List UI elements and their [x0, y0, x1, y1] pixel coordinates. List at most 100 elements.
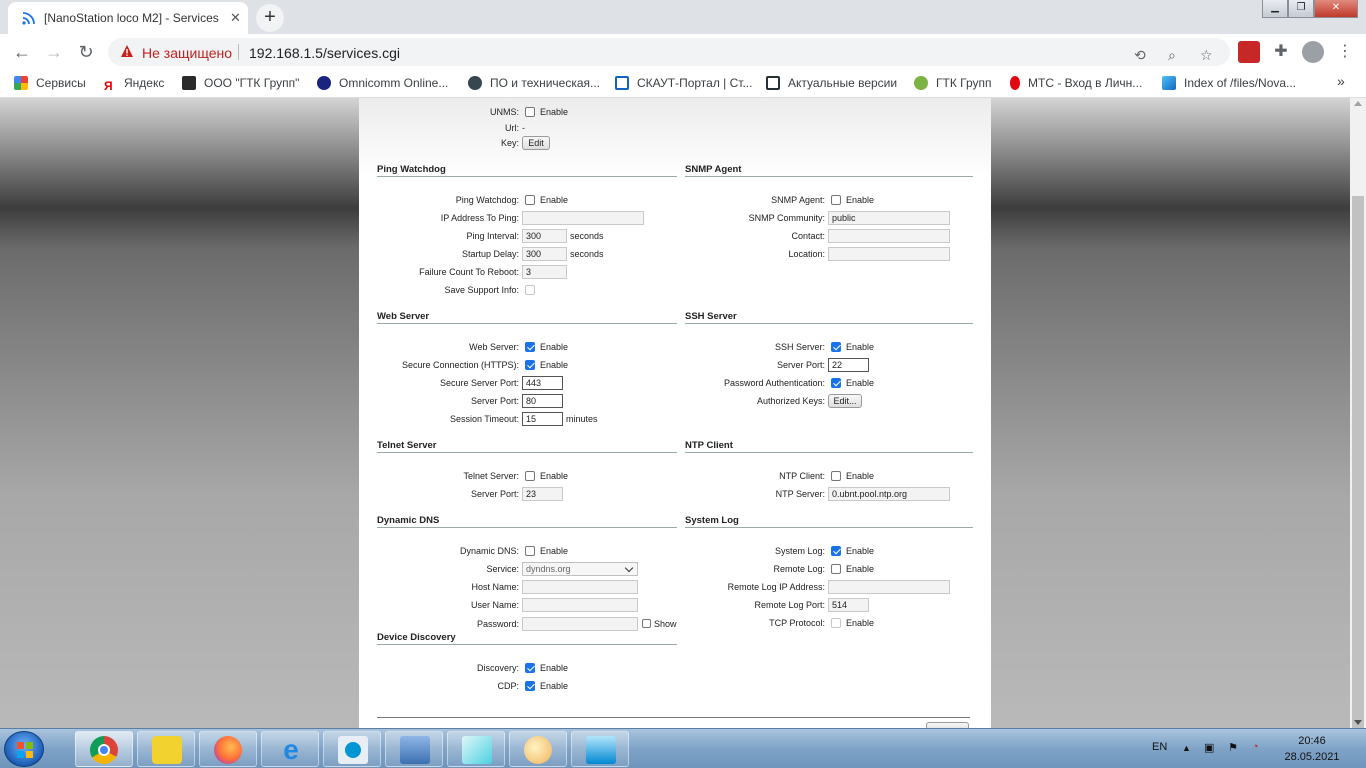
ssh-server-checkbox[interactable]: [831, 342, 841, 352]
zoom-icon[interactable]: ⌕: [1168, 47, 1176, 64]
ntp-client-checkbox[interactable]: [831, 471, 841, 481]
tab-close-icon[interactable]: ✕: [230, 10, 241, 26]
taskbar-rdp[interactable]: [385, 731, 443, 767]
password-auth-enable-label: Enable: [846, 378, 875, 388]
scroll-down-icon[interactable]: [1354, 720, 1362, 725]
failure-count-input[interactable]: [522, 265, 567, 279]
extensions-puzzle-icon[interactable]: ✚: [1270, 41, 1292, 63]
action-center-flag-icon[interactable]: ⚑: [1228, 741, 1238, 754]
authorized-keys-edit-button[interactable]: Edit...: [828, 394, 862, 408]
bookmark-gtk[interactable]: ГТК Групп: [914, 76, 992, 90]
apps-grid-icon: [14, 76, 28, 90]
taskbar-notepad[interactable]: [447, 731, 505, 767]
url-text[interactable]: 192.168.1.5/services.cgi: [249, 45, 400, 61]
web-server-checkbox[interactable]: [525, 342, 535, 352]
save-support-checkbox[interactable]: [525, 285, 535, 295]
bookmark-gtk-ooo[interactable]: ООО "ГТК Групп": [182, 76, 299, 90]
system-log-label: System Log:: [774, 546, 825, 556]
cdp-checkbox[interactable]: [525, 681, 535, 691]
startup-delay-label: Startup Delay:: [461, 249, 519, 259]
web-port-input[interactable]: [522, 394, 563, 408]
menu-kebab-icon[interactable]: ⋮: [1334, 41, 1356, 63]
volume-muted-icon[interactable]: ◔: [1252, 741, 1259, 753]
snmp-contact-input[interactable]: [828, 229, 950, 243]
translate-icon[interactable]: ⟲: [1134, 47, 1146, 64]
not-secure-label[interactable]: Не защищено: [142, 45, 232, 61]
bookmark-label: МТС - Вход в Личн...: [1028, 76, 1143, 90]
bookmark-index[interactable]: Index of /files/Nova...: [1162, 76, 1296, 90]
remote-log-port-input[interactable]: [828, 598, 869, 612]
system-log-checkbox[interactable]: [831, 546, 841, 556]
ddns-service-select[interactable]: dyndns.org: [522, 562, 638, 576]
flash-extension-icon[interactable]: [1238, 41, 1260, 63]
bookmark-apps[interactable]: Сервисы: [14, 76, 86, 90]
page-scrollbar[interactable]: [1350, 98, 1366, 768]
tcp-protocol-checkbox[interactable]: [831, 618, 841, 628]
profile-avatar-icon[interactable]: [1302, 41, 1324, 63]
startup-delay-input[interactable]: [522, 247, 567, 261]
ddns-user-input[interactable]: [522, 598, 638, 612]
browser-tab-active[interactable]: [NanoStation loco M2] - Services ✕: [8, 2, 248, 34]
new-tab-button[interactable]: +: [256, 4, 284, 32]
close-window-icon[interactable]: ✕: [1314, 0, 1358, 18]
telnet-title: Telnet Server: [377, 440, 437, 451]
bookmark-star-icon[interactable]: ☆: [1200, 47, 1213, 64]
ntp-server-input[interactable]: [828, 487, 950, 501]
start-button[interactable]: [4, 731, 44, 767]
ssh-port-label: Server Port:: [776, 360, 825, 370]
scroll-up-icon[interactable]: [1354, 101, 1362, 106]
taskbar-chrome[interactable]: [75, 731, 133, 767]
telnet-server-checkbox[interactable]: [525, 471, 535, 481]
address-bar[interactable]: Не защищено 192.168.1.5/services.cgi ⟲ ⌕…: [108, 38, 1230, 66]
remote-log-checkbox[interactable]: [831, 564, 841, 574]
telnet-port-input[interactable]: [522, 487, 563, 501]
snmp-community-input[interactable]: [828, 211, 950, 225]
discovery-checkbox[interactable]: [525, 663, 535, 673]
https-checkbox[interactable]: [525, 360, 535, 370]
unms-checkbox[interactable]: [525, 107, 535, 117]
snmp-agent-checkbox[interactable]: [831, 195, 841, 205]
ping-ip-input[interactable]: [522, 211, 644, 225]
taskbar-control-panel[interactable]: [571, 731, 629, 767]
scout-icon: [615, 76, 629, 90]
ssh-server-title: SSH Server: [685, 311, 737, 322]
ddns-host-input[interactable]: [522, 580, 638, 594]
forward-arrow-icon[interactable]: →: [42, 41, 66, 63]
show-hidden-icons-icon[interactable]: ▲: [1182, 743, 1191, 753]
reload-icon[interactable]: ↻: [74, 41, 98, 63]
restore-icon[interactable]: ❐: [1288, 0, 1314, 18]
gtk-icon: [914, 76, 928, 90]
secure-port-input[interactable]: [522, 376, 563, 390]
snmp-title: SNMP Agent: [685, 164, 742, 175]
back-arrow-icon[interactable]: ←: [10, 41, 34, 63]
unms-key-edit-button[interactable]: Edit: [522, 136, 550, 150]
bookmark-omnicomm[interactable]: Omnicomm Online...: [317, 76, 448, 90]
snmp-location-input[interactable]: [828, 247, 950, 261]
ping-watchdog-checkbox[interactable]: [525, 195, 535, 205]
minimize-icon[interactable]: ▁: [1262, 0, 1288, 18]
bookmark-versions[interactable]: Актуальные версии: [766, 76, 897, 90]
session-timeout-input[interactable]: [522, 412, 563, 426]
password-auth-checkbox[interactable]: [831, 378, 841, 388]
bookmarks-overflow-button[interactable]: »: [1337, 73, 1345, 89]
network-tray-icon[interactable]: ▣: [1204, 741, 1214, 754]
show-password-checkbox[interactable]: [642, 619, 651, 628]
taskbar-thebat[interactable]: [137, 731, 195, 767]
taskbar-paint[interactable]: [509, 731, 567, 767]
ssh-port-input[interactable]: [828, 358, 869, 372]
language-indicator[interactable]: EN: [1152, 741, 1167, 753]
remote-log-ip-input[interactable]: [828, 580, 950, 594]
taskbar-hp[interactable]: [323, 731, 381, 767]
ddns-password-input[interactable]: [522, 617, 638, 631]
ping-interval-input[interactable]: [522, 229, 567, 243]
bookmark-po[interactable]: ПО и техническая...: [468, 76, 600, 90]
taskbar-ie[interactable]: e: [261, 731, 319, 767]
bookmark-label: Omnicomm Online...: [339, 76, 449, 90]
taskbar-firefox[interactable]: [199, 731, 257, 767]
bookmark-scout[interactable]: СКАУТ-Портал | Ст...: [615, 76, 752, 90]
bookmark-mts[interactable]: МТС - Вход в Личн...: [1010, 76, 1142, 90]
system-clock[interactable]: 20:46 28.05.2021: [1280, 733, 1344, 765]
scrollbar-thumb[interactable]: [1352, 196, 1364, 768]
ddns-checkbox[interactable]: [525, 546, 535, 556]
bookmark-yandex[interactable]: Я Яндекс: [104, 76, 164, 93]
